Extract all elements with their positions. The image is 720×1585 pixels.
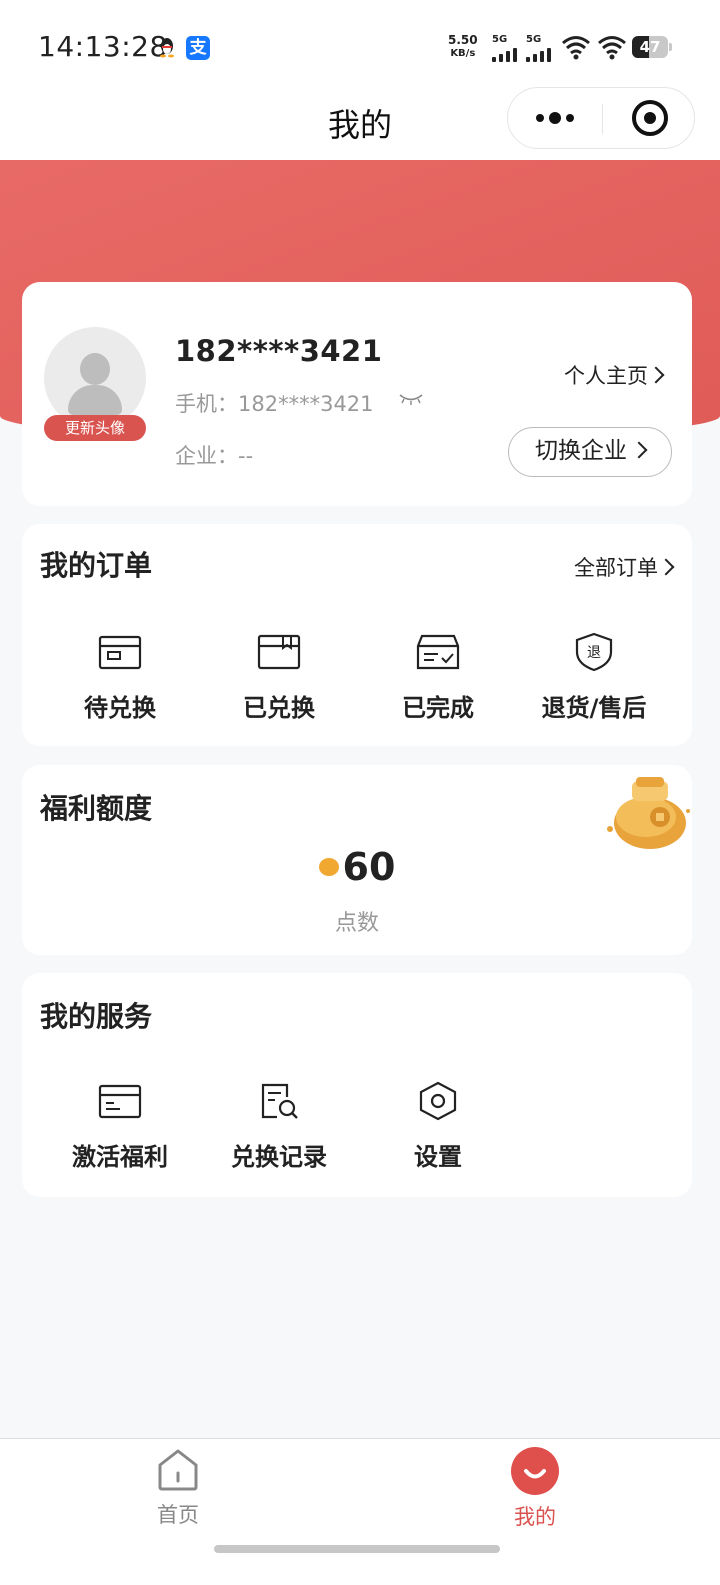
points-unit: 点数 xyxy=(334,911,379,936)
network-speed: 5.50 KB/s xyxy=(448,34,478,60)
all-orders-link[interactable]: 全部订单 xyxy=(574,552,675,582)
update-avatar-button[interactable]: 更新头像 xyxy=(44,415,146,441)
order-after-sales[interactable]: 退 退货/售后 xyxy=(514,632,674,723)
battery-level: 47 xyxy=(639,38,661,56)
order-pending-label: 待兑换 xyxy=(84,694,156,722)
chevron-right-icon xyxy=(630,441,648,459)
battery-icon: 47 xyxy=(632,36,668,58)
order-pending[interactable]: 待兑换 xyxy=(40,632,200,723)
eye-closed-icon[interactable] xyxy=(398,392,424,406)
points-value: 60 xyxy=(22,845,692,889)
return-shield-icon: 退 xyxy=(575,632,613,672)
wifi-icon xyxy=(598,36,626,60)
company-value: -- xyxy=(238,444,254,468)
avatar[interactable] xyxy=(44,327,146,429)
smile-icon xyxy=(511,1447,559,1495)
nav-bar: 我的 xyxy=(0,87,720,160)
chevron-right-icon xyxy=(647,366,665,384)
homepage-link-label: 个人主页 xyxy=(564,364,648,388)
tab-home-label: 首页 xyxy=(157,1503,199,1527)
record-search-icon xyxy=(261,1083,298,1119)
personal-homepage-link[interactable]: 个人主页 xyxy=(564,360,665,390)
close-miniprogram-icon[interactable] xyxy=(632,100,668,136)
company-line: 企业：-- xyxy=(175,440,253,470)
avatar-body xyxy=(68,385,122,415)
signal-bars-icon xyxy=(526,48,556,62)
company-label: 企业： xyxy=(175,444,238,468)
points-number: 60 xyxy=(342,845,396,889)
signal-bars-icon xyxy=(492,48,522,62)
order-redeemed[interactable]: 已兑换 xyxy=(199,632,359,723)
phone-label: 手机： xyxy=(175,392,238,416)
welfare-title: 福利额度 xyxy=(40,792,153,825)
welfare-card: 福利额度 60 点数 xyxy=(22,765,692,955)
return-icon-text: 退 xyxy=(587,645,601,661)
signal-label: 5G xyxy=(526,34,542,45)
profile-card: 更新头像 182****3421 手机：182****3421 企业：-- 个人… xyxy=(22,282,692,506)
service-activate-welfare[interactable]: 激活福利 xyxy=(40,1081,200,1172)
signal-label: 5G xyxy=(492,34,508,45)
service-activate-label: 激活福利 xyxy=(72,1143,168,1171)
phone-value: 182****3421 xyxy=(238,392,374,416)
service-settings-label: 设置 xyxy=(414,1143,462,1171)
capsule-divider xyxy=(602,104,603,134)
tab-mine-label: 我的 xyxy=(514,1505,556,1529)
orders-title: 我的订单 xyxy=(40,549,153,582)
wifi-icon xyxy=(562,36,590,60)
tab-bar: 首页 我的 xyxy=(0,1438,720,1585)
status-bar: 14:13:28 支 5.50 KB/s 5G 5G 47 xyxy=(0,0,720,90)
tab-mine[interactable]: 我的 xyxy=(455,1447,615,1531)
order-completed-label: 已完成 xyxy=(402,694,474,722)
miniprogram-capsule xyxy=(507,87,695,149)
phone-line: 手机：182****3421 xyxy=(175,388,374,418)
services-card: 我的服务 激活福利 兑换记录 设置 xyxy=(22,973,692,1197)
coin-icon xyxy=(318,858,339,876)
qq-icon xyxy=(160,38,174,58)
hexagon-settings-icon xyxy=(419,1081,457,1121)
status-time: 14:13:28 xyxy=(38,30,168,63)
tab-home[interactable]: 首页 xyxy=(98,1447,258,1529)
service-exchange-records[interactable]: 兑换记录 xyxy=(199,1081,359,1172)
switch-company-label: 切换企业 xyxy=(535,438,627,464)
avatar-placeholder-icon xyxy=(80,353,110,385)
battery-cap xyxy=(669,43,672,51)
box-icon xyxy=(257,634,301,670)
order-after-sales-label: 退货/售后 xyxy=(541,694,647,722)
switch-company-button[interactable]: 切换企业 xyxy=(508,427,672,477)
orders-card: 我的订单 全部订单 待兑换 已兑换 已完成 退 退货/售后 xyxy=(22,524,692,746)
alipay-icon: 支 xyxy=(186,36,210,60)
more-icon[interactable] xyxy=(536,112,576,124)
services-title: 我的服务 xyxy=(40,1000,153,1033)
service-settings[interactable]: 设置 xyxy=(358,1081,518,1172)
net-speed-unit: KB/s xyxy=(450,48,476,59)
home-indicator xyxy=(214,1545,500,1553)
money-bag-icon xyxy=(607,777,690,849)
net-speed-value: 5.50 xyxy=(448,33,478,47)
order-redeemed-label: 已兑换 xyxy=(243,694,315,722)
all-orders-label: 全部订单 xyxy=(574,556,658,580)
card-icon xyxy=(98,635,142,670)
home-icon xyxy=(158,1449,198,1491)
box-check-icon xyxy=(416,634,460,670)
service-records-label: 兑换记录 xyxy=(231,1143,327,1171)
order-completed[interactable]: 已完成 xyxy=(358,632,518,723)
activate-card-icon xyxy=(98,1084,142,1119)
username: 182****3421 xyxy=(175,334,383,368)
chevron-right-icon xyxy=(657,558,675,576)
